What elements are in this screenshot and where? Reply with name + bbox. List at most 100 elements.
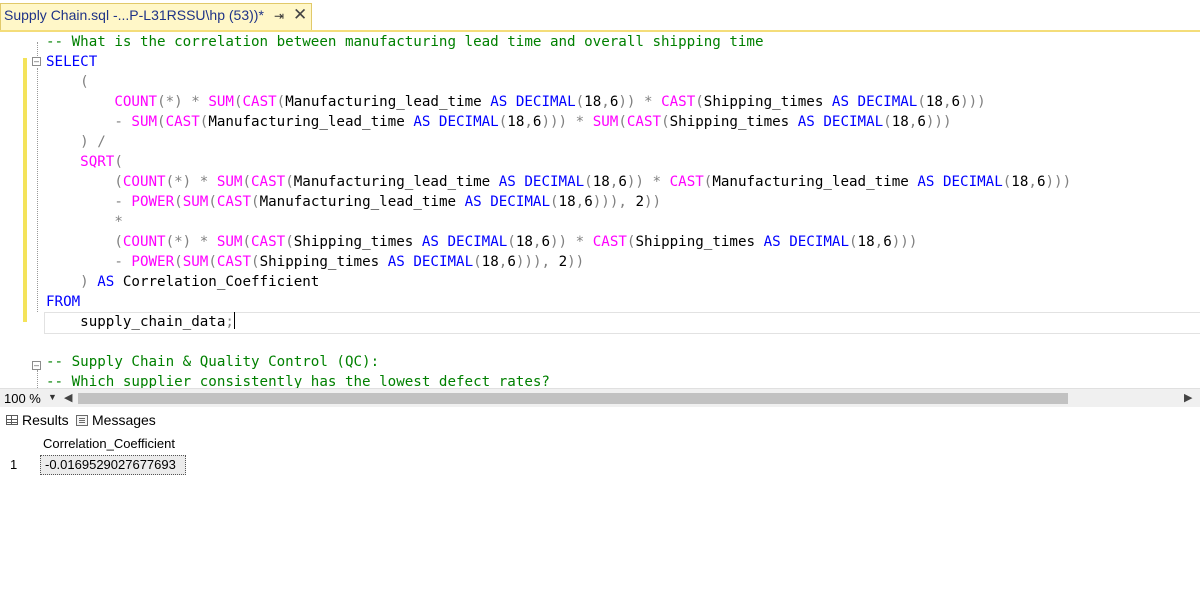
code-token: -- Which supplier consistently has the l… [46,374,550,388]
close-icon[interactable]: ✕ [293,5,307,25]
code-line[interactable] [46,332,1071,352]
code-token: 18 [481,254,499,270]
code-token: ))) [925,114,952,130]
code-token: ( [507,234,516,250]
code-line[interactable]: (COUNT(*) * SUM(CAST(Shipping_times AS D… [46,232,1071,252]
collapse-icon[interactable]: – [32,57,41,66]
code-token: ))) [1045,174,1072,190]
code-token: , [524,114,533,130]
code-token: CAST [669,174,704,190]
code-line[interactable]: - POWER(SUM(CAST(Shipping_times AS DECIM… [46,252,1071,272]
code-token: 6 [951,94,961,110]
column-header[interactable]: Correlation_Coefficient [43,436,175,451]
code-token: ( [575,94,585,110]
code-line[interactable]: - SUM(CAST(Manufacturing_lead_time AS DE… [46,112,1071,132]
outline-line [37,370,39,388]
code-line[interactable]: (COUNT(*) * SUM(CAST(Manufacturing_lead_… [46,172,1071,192]
code-token: 18 [891,114,909,130]
code-token: CAST [661,94,696,110]
tab-bar: Supply Chain.sql -...P-L31RSSU\hp (53))*… [0,0,1200,30]
code-token: AS DECIMAL [387,254,474,270]
code-token: ( [849,234,858,250]
code-token: )) [644,194,662,210]
messages-icon [76,414,88,426]
code-line[interactable]: supply_chain_data; [46,312,1071,332]
code-token: ( [285,174,294,190]
code-token: )) * [626,174,670,190]
code-token: )) [567,254,585,270]
tab-title[interactable]: Supply Chain.sql -...P-L31RSSU\hp (53))* [4,7,264,23]
document-tab[interactable]: Supply Chain.sql -...P-L31RSSU\hp (53))*… [0,3,312,30]
code-token: SQRT [80,154,115,170]
scroll-left-arrow-icon[interactable]: ◀ [64,391,72,404]
code-token: CAST [592,234,627,250]
code-token: AS DECIMAL [797,114,884,130]
code-token: ( [285,234,294,250]
code-line[interactable]: FROM [46,292,1071,312]
code-token: -- What is the correlation between manuf… [46,34,764,50]
grid-icon [6,415,18,425]
code-line[interactable]: - POWER(SUM(CAST(Manufacturing_lead_time… [46,192,1071,212]
sql-editor[interactable]: – – -- What is the correlation between m… [0,32,1200,388]
code-token: , [874,234,884,250]
row-number[interactable]: 1 [10,457,17,472]
code-token: ( [174,254,183,270]
code-token: 18 [1011,174,1029,190]
tab-results-label: Results [22,412,69,428]
code-token: ))) * [541,114,593,130]
code-token: ( [618,114,627,130]
code-token: AS DECIMAL [413,114,499,130]
code-token: ( [276,94,286,110]
code-line[interactable]: SELECT [46,52,1071,72]
code-token: COUNT [114,94,158,110]
tab-messages[interactable]: Messages [76,412,156,428]
code-line[interactable]: -- What is the correlation between manuf… [46,32,1071,52]
dropdown-arrow-icon[interactable]: ▼ [48,392,57,402]
results-grid: Correlation_Coefficient 1 -0.01695290276… [0,434,1200,606]
code-line[interactable]: -- Which supplier consistently has the l… [46,372,1071,388]
tab-results[interactable]: Results [6,412,69,428]
code-token: AS DECIMAL [831,94,918,110]
code-line[interactable]: COUNT(*) * SUM(CAST(Manufacturing_lead_t… [46,92,1071,112]
collapse-icon[interactable]: – [32,361,41,370]
scroll-right-arrow-icon[interactable]: ▶ [1184,391,1192,404]
code-token: POWER [131,194,175,210]
zoom-level[interactable]: 100 % [4,391,41,406]
code-token: SUM [182,254,209,270]
code-line[interactable]: SQRT( [46,152,1071,172]
code-token: ( [208,254,217,270]
code-token: ( [157,114,166,130]
code-line[interactable]: * [46,212,1071,232]
code-line[interactable]: ) / [46,132,1071,152]
code-token: * [46,214,123,230]
code-token: Manufacturing_lead_time [285,94,491,110]
code-line[interactable]: ( [46,72,1071,92]
pin-icon[interactable]: ⇥ [274,9,284,23]
code-token: CAST [626,114,662,130]
code-line[interactable]: -- Supply Chain & Quality Control (QC): [46,352,1071,372]
code-token: Manufacturing_lead_time [208,114,414,130]
code-token: - [46,114,132,130]
results-tab-strip: Results Messages [0,408,1200,434]
code-token: Shipping_times [259,254,388,270]
outline-line [37,68,39,312]
horizontal-scrollbar-thumb[interactable] [78,393,1068,404]
code-token: ( [695,94,704,110]
code-token: 6 [917,114,926,130]
code-token: Correlation_Coefficient [122,274,320,290]
code-token: SUM [216,234,243,250]
code-lines[interactable]: -- What is the correlation between manuf… [46,32,1071,388]
code-token: 18 [584,94,602,110]
code-token: ))), [515,254,559,270]
code-token: ( [584,174,593,190]
code-token: AS DECIMAL [763,234,849,250]
code-token: CAST [251,174,286,190]
code-line[interactable]: ) AS Correlation_Coefficient [46,272,1071,292]
tab-messages-label: Messages [92,412,156,428]
table-cell[interactable]: -0.0169529027677693 [40,455,186,475]
code-token: CAST [165,114,200,130]
code-token: ( [917,94,926,110]
code-token: 6 [507,254,516,270]
code-token: 6 [584,194,593,210]
